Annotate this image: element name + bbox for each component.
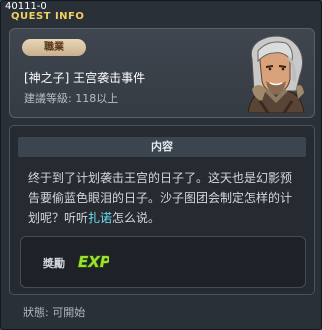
quest-content-panel: 内容 终于到了计划袭击王宫的日子了。这天也是幻影预告要偷蓝色眼泪的日子。沙子图团… bbox=[9, 125, 315, 295]
npc-name-link[interactable]: 扎诺 bbox=[88, 211, 112, 225]
content-section-title: 内容 bbox=[18, 137, 306, 157]
quest-name: [神之子] 王宫袭击事件 bbox=[24, 71, 146, 85]
level-requirement: 建議等級: 118以上 bbox=[24, 92, 119, 105]
description-text-end: 怎么说。 bbox=[112, 211, 161, 225]
npc-portrait bbox=[247, 35, 305, 113]
window-title: QUEST INFO bbox=[11, 11, 85, 22]
reward-box: 獎勵 EXP bbox=[20, 236, 306, 288]
quest-description: 终于到了计划袭击王宫的日子了。这天也是幻影预告要偷蓝色眼泪的日子。沙子图团会制定… bbox=[28, 168, 302, 228]
job-badge: 職業 bbox=[22, 39, 86, 56]
exp-icon-label: EXP bbox=[78, 253, 109, 271]
quest-status: 狀態: 可開始 bbox=[23, 306, 86, 319]
quest-info-window: 40111-0 QUEST INFO 職業 [神之子] 王宫袭击事件 建議等級:… bbox=[0, 0, 322, 330]
quest-header-panel: 職業 [神之子] 王宫袭击事件 建議等級: 118以上 bbox=[9, 28, 315, 118]
title-bar[interactable]: 40111-0 QUEST INFO bbox=[3, 1, 153, 23]
exp-reward-icon[interactable]: EXP bbox=[77, 251, 109, 271]
reward-label: 獎勵 bbox=[43, 257, 65, 270]
